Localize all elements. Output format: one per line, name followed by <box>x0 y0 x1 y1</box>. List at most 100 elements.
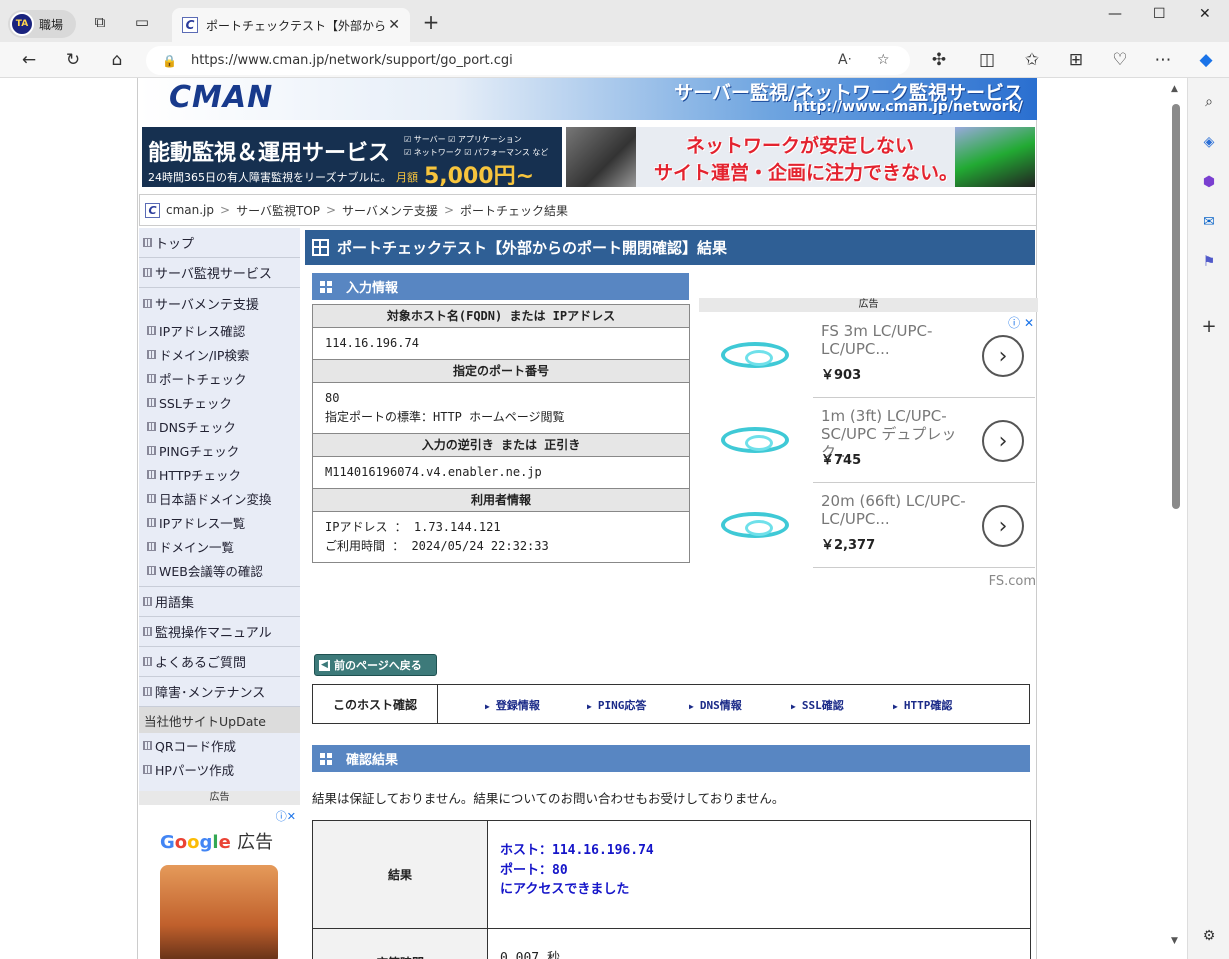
banner-ad-network[interactable]: ネットワークが安定しない サイト運営・企画に注力できない。 <box>566 127 1035 187</box>
nav-other-heading: 当社他サイトUpDate <box>139 707 300 733</box>
copilot-icon[interactable]: ◆ <box>1196 50 1216 70</box>
left-navigation: トップ サーバ監視サービス サーバメンテ支援 IPアドレス確認 ドメイン/IP検… <box>139 228 300 792</box>
nav-sub-item[interactable]: DNSチェック <box>139 414 300 438</box>
host-link-registration[interactable]: 登録情報 <box>485 697 540 713</box>
nav-label: 用語集 <box>155 596 195 611</box>
nav-top[interactable]: トップ <box>139 228 300 258</box>
close-window-icon[interactable]: ✕ <box>1199 6 1211 22</box>
table-row: 応答時間 0.007 秒 <box>313 929 1030 959</box>
tab-actions-icon[interactable]: ▭ <box>132 12 152 32</box>
nav-faq[interactable]: よくあるご質問 <box>139 647 300 677</box>
nav-glossary[interactable]: 用語集 <box>139 587 300 617</box>
host-link-http[interactable]: HTTP確認 <box>893 697 953 713</box>
banner-ad-monitoring[interactable]: 能動監視＆運用サービス 24時間365日の有人障害監視をリーズナブルに。 ☑ サ… <box>142 127 562 189</box>
home-icon[interactable]: ⌂ <box>107 50 127 70</box>
ad2-line1: ネットワークが安定しない <box>686 135 915 157</box>
back-icon[interactable]: ← <box>19 50 39 70</box>
scroll-up-icon[interactable]: ▲ <box>1171 84 1178 94</box>
ad-brand[interactable]: FS.com <box>989 574 1036 589</box>
nav-sub-item[interactable]: IPアドレス一覧 <box>139 510 300 534</box>
product-item[interactable]: 1m (3ft) LC/UPC-SC/UPC デュプレック... ￥745 › <box>699 399 1035 483</box>
edge-sidebar: ⌕ ◈ ⬢ ✉ ⚑ + ⚙ <box>1187 78 1229 959</box>
profile-button[interactable]: TA 職場 <box>8 10 76 38</box>
host-link-dns[interactable]: DNS情報 <box>689 697 742 713</box>
nav-sub-item[interactable]: HPパーツ作成 <box>139 757 300 781</box>
nav-label: 障害･メンテナンス <box>155 686 266 701</box>
teams-icon[interactable]: ⚑ <box>1199 252 1219 272</box>
nav-sub-item[interactable]: 日本語ドメイン変換 <box>139 486 300 510</box>
maximize-icon[interactable]: ☐ <box>1153 6 1166 22</box>
scroll-thumb[interactable] <box>1172 104 1180 509</box>
product-price: ￥2,377 <box>821 538 876 553</box>
host-link-ssl[interactable]: SSL確認 <box>791 697 844 713</box>
active-tab[interactable]: C ポートチェックテスト【外部からのポート開閉確認】結果 ✕ <box>172 8 410 42</box>
bullet-icon <box>147 349 156 359</box>
settings-gear-icon[interactable]: ⚙ <box>1199 926 1219 946</box>
chevron-right-icon[interactable]: › <box>982 505 1024 547</box>
google-ad-heading: Google 広告 <box>160 832 274 853</box>
bullet-icon <box>147 565 156 575</box>
chevron-right-icon[interactable]: › <box>982 420 1024 462</box>
nav-monitoring[interactable]: サーバ監視サービス <box>139 258 300 288</box>
collections-icon[interactable]: ⊞ <box>1066 50 1086 70</box>
ad-choices-icon[interactable]: ⓘ✕ <box>276 808 296 824</box>
nav-sub-item[interactable]: ドメイン/IP検索 <box>139 342 300 366</box>
url-bar[interactable]: 🔒 https://www.cman.jp/network/support/go… <box>146 46 910 75</box>
product-price: ￥903 <box>821 368 862 383</box>
nav-sub-item[interactable]: PINGチェック <box>139 438 300 462</box>
product-ad: 広告 ⓘ ✕ FS 3m LC/UPC-LC/UPC... ￥903 › 1m … <box>699 298 1038 595</box>
outlook-icon[interactable]: ✉ <box>1199 212 1219 232</box>
breadcrumb-link[interactable]: cman.jp <box>166 203 214 217</box>
result-key: 結果 <box>313 821 488 928</box>
site-header-banner[interactable]: CMAN サーバー監視/ネットワーク監視サービス http://www.cman… <box>139 78 1037 120</box>
workspaces-icon[interactable]: ⧉ <box>90 12 110 32</box>
cman-icon: C <box>145 202 160 218</box>
product-name: 20m (66ft) LC/UPC-LC/UPC... <box>821 492 966 528</box>
nav-outage[interactable]: 障害･メンテナンス <box>139 677 300 707</box>
nav-sub-item[interactable]: IPアドレス確認 <box>139 318 300 342</box>
breadcrumb-link[interactable]: サーバメンテ支援 <box>342 202 438 219</box>
info-line: IPアドレス ： 1.73.144.121 <box>325 520 501 534</box>
site-container: CMAN サーバー監視/ネットワーク監視サービス http://www.cman… <box>137 78 1038 959</box>
nav-maint[interactable]: サーバメンテ支援 <box>139 288 300 318</box>
bullet-icon <box>143 268 152 277</box>
new-tab-icon[interactable]: + <box>421 10 441 34</box>
nav-sub-item[interactable]: SSLチェック <box>139 390 300 414</box>
scroll-down-icon[interactable]: ▼ <box>1171 936 1178 946</box>
nav-sub-item[interactable]: ドメイン一覧 <box>139 534 300 558</box>
nav-sub-item[interactable]: QRコード作成 <box>139 733 300 757</box>
nav-sub-item[interactable]: HTTPチェック <box>139 462 300 486</box>
nav-sub-item[interactable]: ポートチェック <box>139 366 300 390</box>
site-logo[interactable]: CMAN <box>169 80 273 115</box>
left-ad-label: 広告 <box>139 791 300 805</box>
extensions-icon[interactable]: ✣ <box>929 50 949 70</box>
shopping-tag-icon[interactable]: ◈ <box>1199 132 1219 152</box>
split-screen-icon[interactable]: ◫ <box>977 50 997 70</box>
read-aloud-icon[interactable]: Aᐧ <box>838 52 851 68</box>
product-item[interactable]: FS 3m LC/UPC-LC/UPC... ￥903 › <box>699 314 1035 398</box>
search-icon[interactable]: ⌕ <box>1199 92 1219 112</box>
favorites-icon[interactable]: ✩ <box>1022 50 1042 70</box>
back-page-button[interactable]: ◀ 前のページへ戻る <box>314 654 437 676</box>
page-scrollbar[interactable]: ▲ ▼ <box>1169 80 1185 950</box>
add-sidebar-app-icon[interactable]: + <box>1199 316 1219 337</box>
refresh-icon[interactable]: ↻ <box>63 50 83 70</box>
host-link-ping[interactable]: PING応答 <box>587 697 647 713</box>
section-title: 確認結果 <box>346 753 399 768</box>
google-ad[interactable]: ⓘ✕ Google 広告 <box>139 806 300 959</box>
nav-sub-item[interactable]: WEB会議等の確認 <box>139 558 300 582</box>
product-item[interactable]: 20m (66ft) LC/UPC-LC/UPC... ￥2,377 › <box>699 484 1035 568</box>
chevron-right-icon[interactable]: › <box>982 335 1024 377</box>
close-tab-icon[interactable]: ✕ <box>388 17 400 33</box>
m365-icon[interactable]: ⬢ <box>1199 172 1219 192</box>
favorite-star-icon[interactable]: ☆ <box>877 52 890 68</box>
input-section-header: 入力情報 <box>312 273 689 300</box>
breadcrumb-link[interactable]: サーバ監視TOP <box>236 202 320 219</box>
browser-essentials-icon[interactable]: ♡ <box>1110 50 1130 70</box>
bullet-icon <box>143 687 152 696</box>
nav-manual[interactable]: 監視操作マニュアル <box>139 617 300 647</box>
more-menu-icon[interactable]: ⋯ <box>1153 50 1173 70</box>
nav-label: サーバメンテ支援 <box>155 297 259 313</box>
lock-icon[interactable]: 🔒 <box>162 54 177 68</box>
minimize-icon[interactable]: — <box>1108 6 1122 22</box>
